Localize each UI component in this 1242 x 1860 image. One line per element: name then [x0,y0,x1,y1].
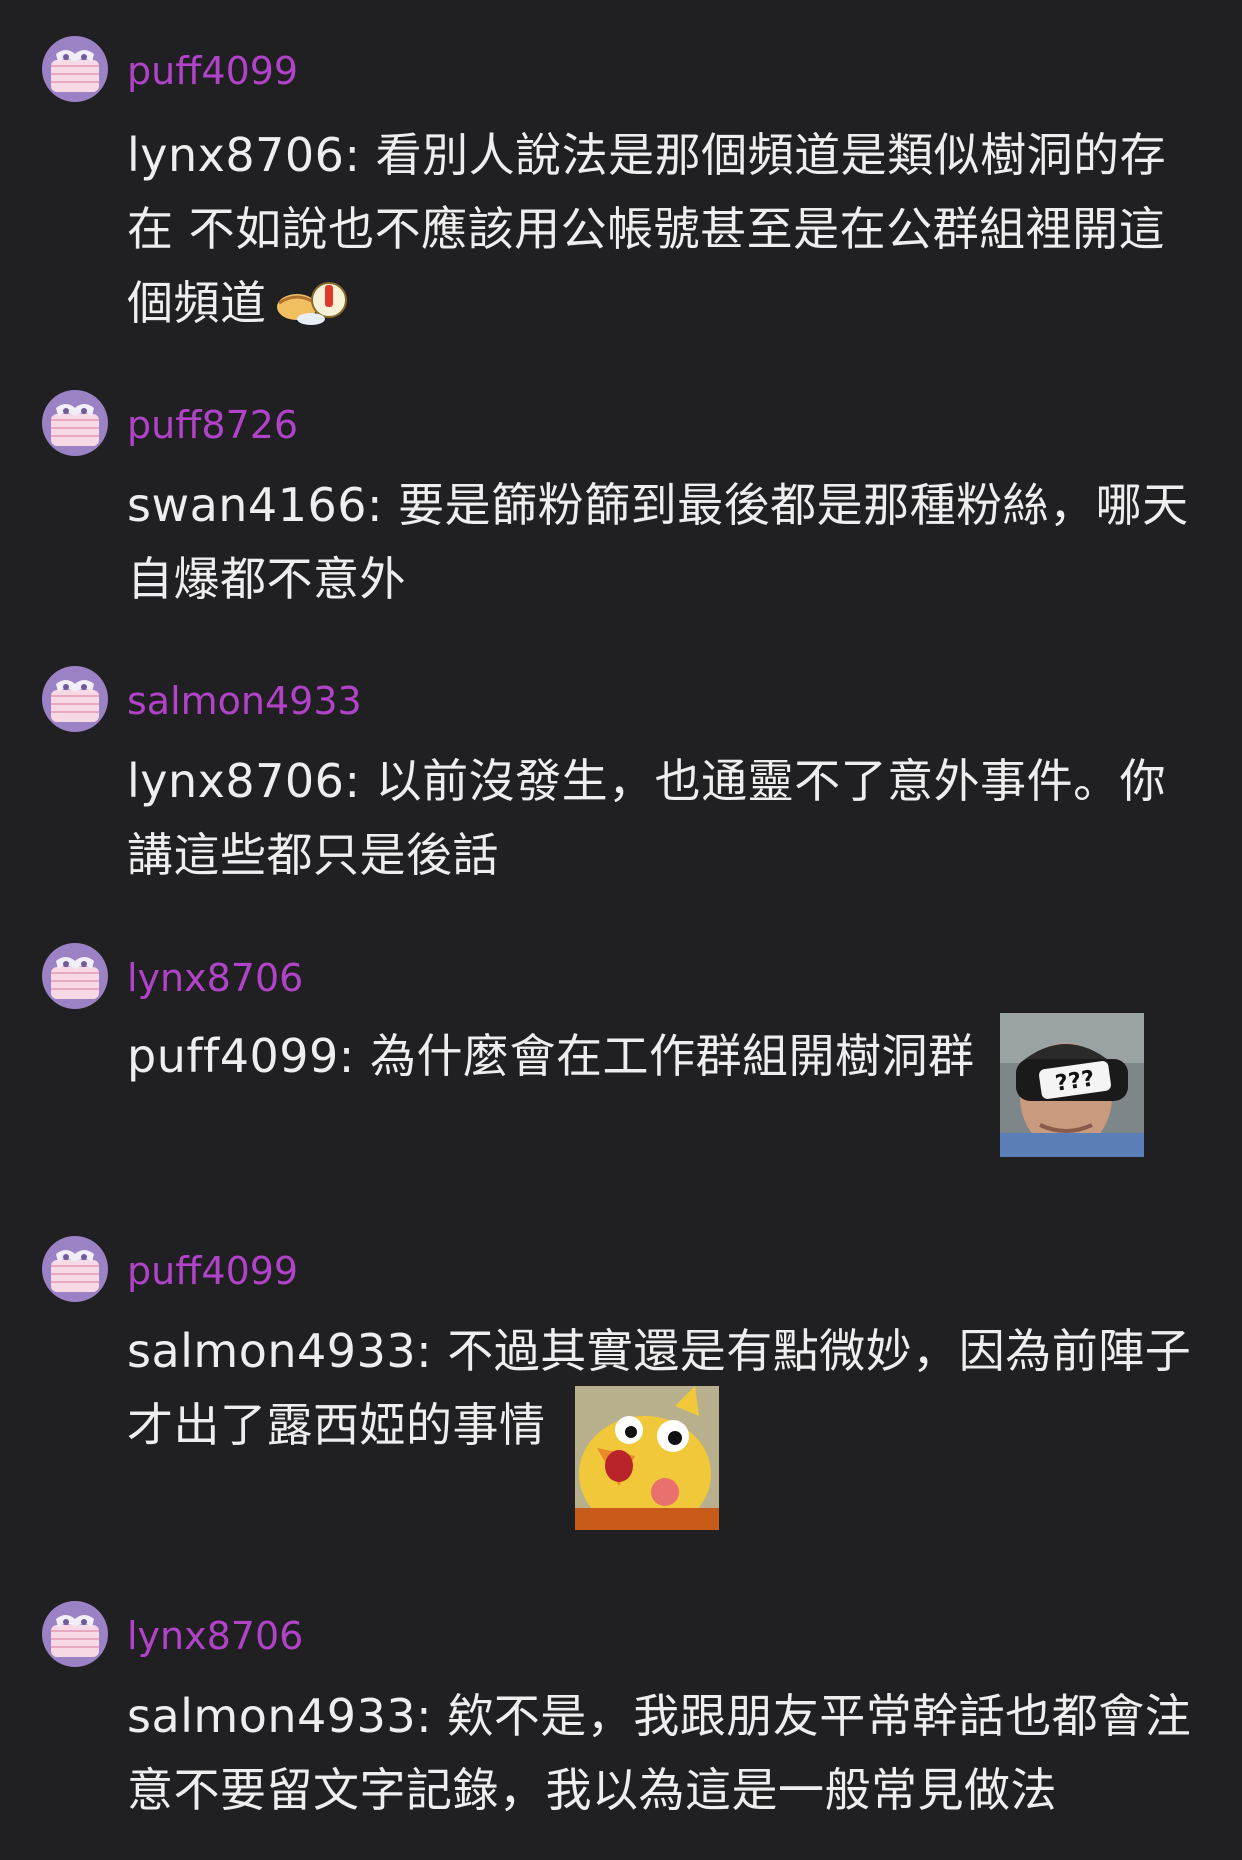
reply-mention[interactable]: swan4166: [127,478,383,532]
confused-vr-man-sticker[interactable]: ??? [999,1013,1144,1157]
reply-mention[interactable]: lynx8706: [127,128,360,182]
avatar-icon[interactable] [42,666,108,732]
reply-mention[interactable]: lynx8706: [127,754,360,808]
comment-text: salmon4933: 不過其實還是有點微妙，因為前陣子才出了露西婭的事情 [127,1314,1195,1530]
reply-mention[interactable]: puff4099: [127,1029,355,1083]
comment-text: lynx8706: 以前沒發生，也通靈不了意外事件。你講這些都只是後話 [127,744,1195,892]
comment-text: lynx8706: 看別人說法是那個頻道是類似樹洞的存在 不如說也不應該用公帳號… [127,118,1195,340]
username[interactable]: lynx8706 [127,1614,303,1658]
reply-mention[interactable]: salmon4933: [127,1324,432,1378]
avatar-icon[interactable] [42,1236,108,1302]
shocked-chick-sticker[interactable] [574,1386,719,1530]
avatar-icon[interactable] [42,1601,108,1667]
avatar-icon[interactable] [42,390,108,456]
comment-text: salmon4933: 欸不是，我跟朋友平常幹話也都會注意不要留文字記錄，我以為… [127,1679,1195,1827]
avatar-icon[interactable] [42,36,108,102]
inline-emoji-icon [267,273,353,327]
username[interactable]: puff8726 [127,403,298,447]
reply-mention[interactable]: salmon4933: [127,1689,432,1743]
comment-text: puff4099: 為什麼會在工作群組開樹洞群 ??? [127,1013,1195,1157]
avatar-icon[interactable] [42,943,108,1009]
comment-message: 為什麼會在工作群組開樹洞群 [369,1029,975,1083]
username[interactable]: salmon4933 [127,679,362,723]
username[interactable]: puff4099 [127,49,298,93]
username[interactable]: lynx8706 [127,956,303,1000]
comment-text: swan4166: 要是篩粉篩到最後都是那種粉絲，哪天自爆都不意外 [127,468,1195,616]
username[interactable]: puff4099 [127,1249,298,1293]
